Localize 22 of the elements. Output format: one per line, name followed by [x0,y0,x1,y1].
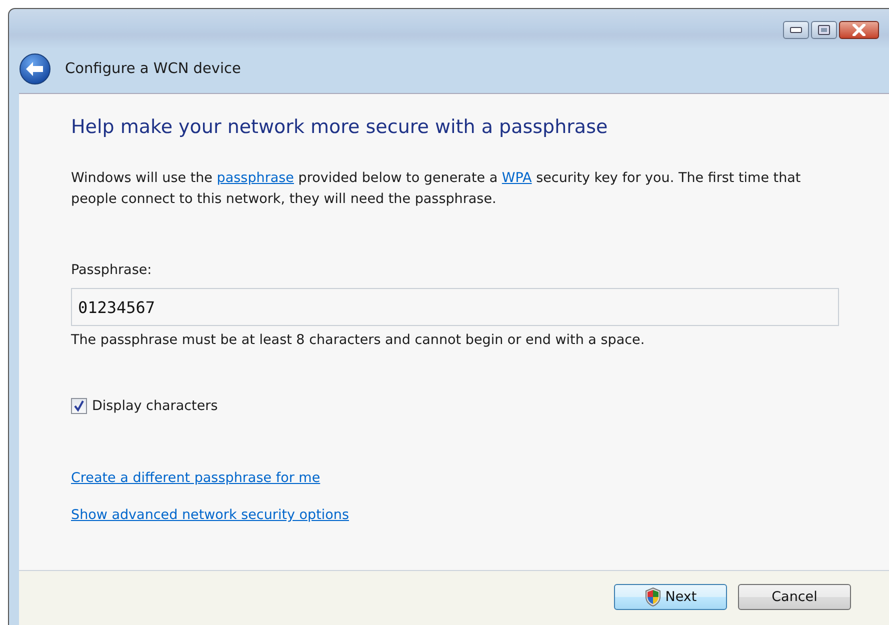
window-title: Configure a WCN device [65,61,241,77]
minimize-button[interactable] [783,21,809,39]
shield-icon [644,587,662,607]
inline-link[interactable]: WPA [502,170,532,186]
link[interactable]: Create a different passphrase for me [71,470,320,486]
page-heading: Help make your network more secure with a passphrase [71,116,609,138]
link[interactable]: Show advanced network security options [71,507,349,523]
close-icon [852,24,866,36]
back-button[interactable] [19,53,51,85]
next-button[interactable]: Next [614,584,727,610]
description-text: Windows will use the passphrase provided below to generate a WPA security key for you. The first time that people connect to this network, they will need the passphrase. [71,169,802,209]
cancel-button[interactable]: Cancel [738,584,851,610]
inline-link[interactable]: passphrase [216,170,294,186]
hint-text: The passphrase must be at least 8 characters and cannot begin or end with a space. [71,332,646,348]
maximize-icon [818,25,830,35]
passphrase-field[interactable]: 01234567 [71,288,839,326]
maximize-button[interactable] [811,21,837,39]
checkbox-label: Display characters [92,398,218,414]
field-label: Passphrase: [71,262,153,278]
minimize-icon [790,27,802,33]
checkbox[interactable] [71,398,87,414]
close-button[interactable] [839,21,879,39]
